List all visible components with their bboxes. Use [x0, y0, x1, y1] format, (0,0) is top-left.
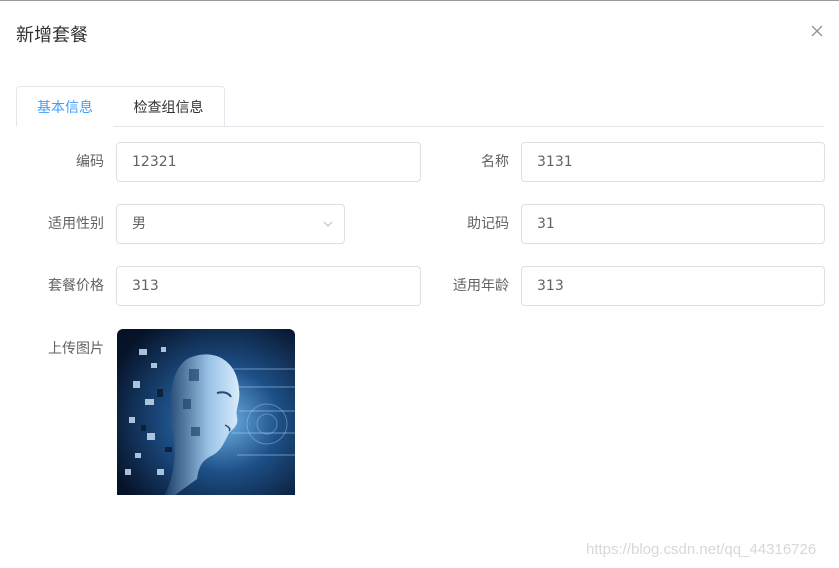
- dialog-title: 新增套餐: [16, 25, 88, 46]
- price-label: 套餐价格: [48, 278, 104, 294]
- name-input[interactable]: [521, 142, 825, 182]
- close-icon: [811, 25, 823, 37]
- helpcode-input[interactable]: [521, 204, 825, 244]
- name-label: 名称: [481, 154, 509, 170]
- uploaded-image-preview: [117, 329, 295, 495]
- tab-check-groups[interactable]: 检查组信息: [113, 86, 225, 127]
- age-label: 适用年龄: [453, 278, 509, 294]
- price-input[interactable]: [116, 266, 421, 306]
- sex-label: 适用性别: [48, 216, 104, 232]
- watermark: https://blog.csdn.net/qq_44316726: [586, 541, 817, 558]
- image-uploader[interactable]: [117, 329, 295, 495]
- add-package-dialog: 新增套餐 基本信息 检查组信息 编码 名称 适用性别 男 助记码 套餐价格 适用…: [0, 0, 839, 568]
- close-button[interactable]: [808, 22, 826, 40]
- tab-basic-info[interactable]: 基本信息: [16, 86, 114, 127]
- age-input[interactable]: [521, 266, 825, 306]
- chevron-down-icon: [323, 221, 333, 227]
- image-label: 上传图片: [48, 341, 104, 357]
- code-label: 编码: [76, 154, 104, 170]
- code-input[interactable]: [116, 142, 421, 182]
- helpcode-label: 助记码: [467, 216, 509, 232]
- sex-select[interactable]: 男: [116, 204, 345, 244]
- tab-bar: 基本信息 检查组信息: [16, 86, 824, 127]
- sex-select-value: 男: [132, 216, 146, 232]
